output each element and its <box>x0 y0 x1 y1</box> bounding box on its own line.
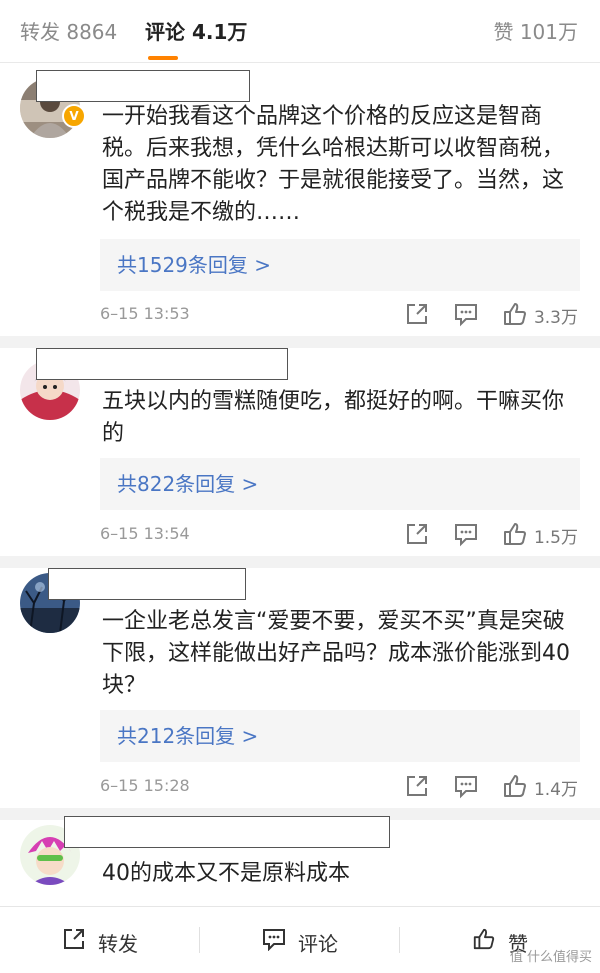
username-redacted[interactable] <box>64 816 390 848</box>
comment-item: 一企业老总发言“爱要不要，爱买不买”真是突破下限，这样能做出好产品吗？成本涨价能… <box>0 568 600 810</box>
comment-time: 6–15 15:28 <box>100 776 190 795</box>
username-redacted[interactable] <box>36 348 288 380</box>
share-icon[interactable] <box>404 521 430 547</box>
like-count: 1.5万 <box>533 528 578 548</box>
share-icon <box>64 929 84 949</box>
comment-icon <box>263 929 285 951</box>
username-redacted[interactable] <box>48 568 246 600</box>
comment-item: 40的成本又不是原料成本 <box>0 816 600 906</box>
bar-divider <box>199 927 200 953</box>
tab-bar: 转发 8864 评论 4.1万 赞 101万 <box>0 0 600 62</box>
tab-comments[interactable]: 评论 4.1万 <box>145 16 247 45</box>
comment-meta: 6–15 13:54 1.5万 <box>100 521 580 551</box>
comment-icon[interactable] <box>453 521 479 547</box>
tab-reposts[interactable]: 转发 8864 <box>20 16 117 45</box>
repost-label: 转发 <box>98 932 138 956</box>
comment-label: 评论 <box>298 932 338 956</box>
like-count: 3.3万 <box>533 308 578 328</box>
username-redacted[interactable] <box>36 70 250 102</box>
comment-button[interactable]: 评论 <box>262 925 362 956</box>
bar-divider <box>399 927 400 953</box>
comment-time: 6–15 13:54 <box>100 524 190 543</box>
thumbs-up-icon[interactable] <box>502 773 528 799</box>
like-count: 1.4万 <box>533 780 578 800</box>
thumbs-up-icon[interactable] <box>502 301 528 327</box>
comment-separator <box>0 336 600 348</box>
comment-time: 6–15 13:53 <box>100 304 190 323</box>
replies-link[interactable]: 共822条回复 > <box>100 458 580 510</box>
repost-button[interactable]: 转发 <box>62 925 162 956</box>
comment-icon[interactable] <box>453 301 479 327</box>
verified-badge-icon: V <box>62 104 86 128</box>
thumbs-up-icon <box>473 928 495 950</box>
replies-link[interactable]: 共1529条回复 > <box>100 239 580 291</box>
comment-item: V 一开始我看这个品牌这个价格的反应这是智商税。后来我想，凭什么哈根达斯可以收智… <box>0 63 600 345</box>
comment-meta: 6–15 13:53 3.3万 <box>100 301 580 331</box>
replies-link[interactable]: 共212条回复 > <box>100 710 580 762</box>
comment-separator <box>0 556 600 568</box>
watermark: 值 什么值得买 <box>509 950 592 965</box>
share-icon[interactable] <box>404 301 430 327</box>
comment-text: 一开始我看这个品牌这个价格的反应这是智商税。后来我想，凭什么哈根达斯可以收智商税… <box>102 104 565 225</box>
comment-item: 五块以内的雪糕随便吃，都挺好的啊。干嘛买你的 共822条回复 > 6–15 13… <box>0 348 600 558</box>
thumbs-up-icon[interactable] <box>502 521 528 547</box>
share-icon[interactable] <box>404 773 430 799</box>
tab-likes[interactable]: 赞 101万 <box>493 16 578 45</box>
comment-icon[interactable] <box>453 773 479 799</box>
comment-text: 一企业老总发言“爱要不要，爱买不买”真是突破下限，这样能做出好产品吗？成本涨价能… <box>102 609 570 698</box>
comment-text: 40的成本又不是原料成本 <box>102 861 350 886</box>
comment-meta: 6–15 15:28 1.4万 <box>100 773 580 803</box>
active-tab-indicator <box>148 56 178 60</box>
comment-text: 五块以内的雪糕随便吃，都挺好的啊。干嘛买你的 <box>102 389 565 446</box>
bottom-action-bar: 转发 评论 赞 值 什么值得买 <box>0 906 600 973</box>
